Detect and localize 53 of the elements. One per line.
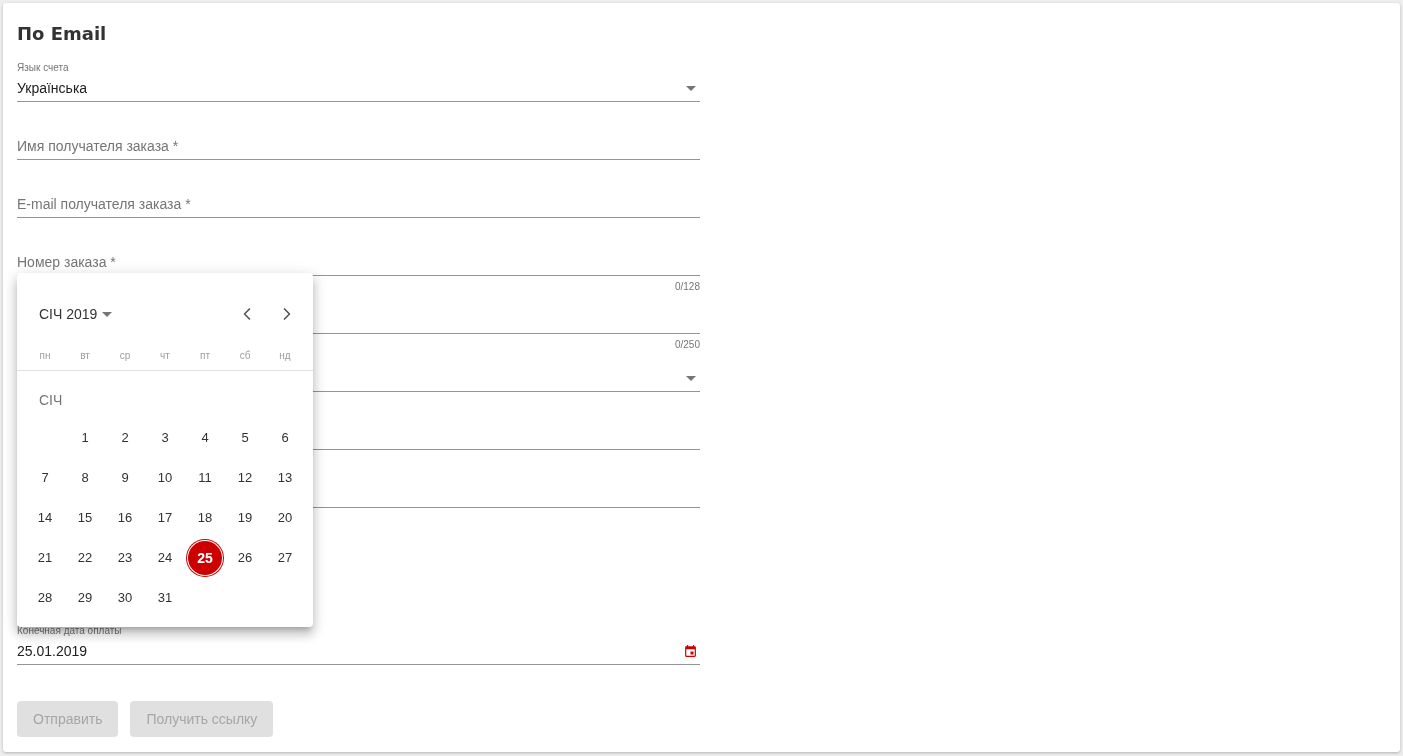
calendar-day[interactable]: 25 (188, 541, 222, 575)
calendar-day[interactable]: 22 (68, 541, 102, 575)
weekday-label: чт (160, 348, 170, 363)
calendar-day[interactable]: 26 (228, 541, 262, 575)
weekday-label: пт (200, 348, 210, 363)
calendar-day[interactable]: 19 (228, 501, 262, 535)
calendar-day[interactable]: 21 (28, 541, 62, 575)
calendar-day[interactable]: 2 (108, 421, 142, 455)
calendar-day[interactable]: 7 (28, 461, 62, 495)
calendar-day[interactable]: 10 (148, 461, 182, 495)
calendar-day[interactable]: 12 (228, 461, 262, 495)
calendar-day[interactable]: 11 (188, 461, 222, 495)
calendar-day[interactable]: 24 (148, 541, 182, 575)
calendar-day[interactable]: 1 (68, 421, 102, 455)
calendar-day[interactable]: 20 (268, 501, 302, 535)
calendar-day[interactable]: 31 (148, 581, 182, 615)
calendar-day[interactable]: 17 (148, 501, 182, 535)
weekday-label: пн (39, 348, 51, 363)
form-title: По Email (17, 22, 108, 46)
weekday-label: нд (279, 348, 291, 363)
text-field[interactable]: Имя получателя заказа * (17, 133, 700, 160)
calendar-day[interactable]: 4 (188, 421, 222, 455)
calendar-day[interactable]: 30 (108, 581, 142, 615)
weekday-label: ср (119, 348, 131, 363)
select-field[interactable]: Українська (17, 75, 700, 102)
weekday-label: сб (239, 348, 251, 363)
field-label: Конечная дата оплаты (17, 625, 122, 637)
calendar-day[interactable]: 3 (148, 421, 182, 455)
calendar-day[interactable]: 28 (28, 581, 62, 615)
character-counter: 0/128 (674, 281, 700, 293)
calendar-day[interactable]: 14 (28, 501, 62, 535)
calendar-day[interactable]: 6 (268, 421, 302, 455)
character-counter: 0/250 (674, 339, 700, 351)
calendar-day[interactable]: 9 (108, 461, 142, 495)
caret-icon (102, 311, 113, 317)
caret-icon (686, 85, 696, 91)
calendar-day[interactable]: 15 (68, 501, 102, 535)
calendar-day[interactable]: 23 (108, 541, 142, 575)
date-field[interactable]: 25.01.2019 (17, 638, 700, 665)
calendar-icon[interactable] (685, 645, 696, 657)
field-label: Язык счета (17, 62, 69, 74)
calendar-day[interactable]: 27 (268, 541, 302, 575)
calendar-day[interactable]: 8 (68, 461, 102, 495)
caret-icon (686, 375, 696, 381)
calendar-day[interactable]: 13 (268, 461, 302, 495)
text-field[interactable]: E-mail получателя заказа * (17, 191, 700, 218)
calendar-day[interactable]: 29 (68, 581, 102, 615)
month-year-selector[interactable]: СІЧ 2019 (39, 303, 113, 325)
calendar-day[interactable]: 18 (188, 501, 222, 535)
calendar-day[interactable]: 16 (108, 501, 142, 535)
weekday-label: вт (80, 348, 90, 363)
calendar-day[interactable]: 5 (228, 421, 262, 455)
month-heading: СІЧ (39, 392, 63, 408)
